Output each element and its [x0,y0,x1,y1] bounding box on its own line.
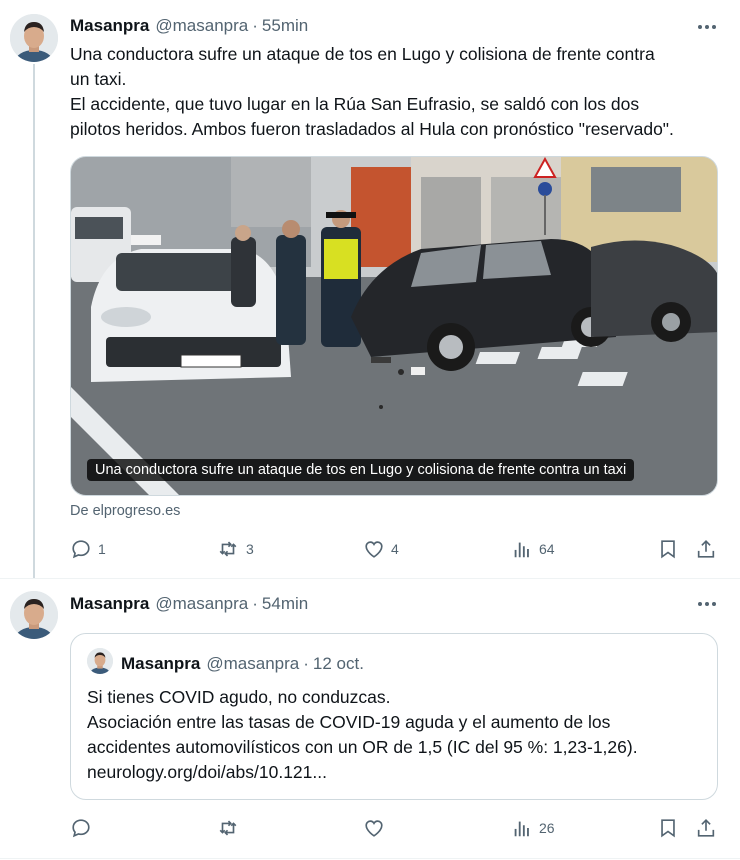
quote-link[interactable]: neurology.org/doi/abs/10.121... [87,760,638,785]
retweet-count: 3 [246,541,254,557]
crash-photo [71,157,717,495]
thread-line [33,64,35,578]
quote-text-line: Si tienes COVID agudo, no conduzcas. [87,687,391,707]
author-handle[interactable]: @masanpra [155,16,248,36]
separator: · [303,654,309,673]
tweet-header: Masanpra @masanpra · 54min [70,594,308,614]
share-button[interactable] [695,816,717,840]
reply-icon [72,819,90,838]
timestamp[interactable]: 55min [262,16,308,36]
views-button[interactable]: 26 [511,816,555,840]
tweet-divider [0,858,740,859]
quote-author-name[interactable]: Masanpra [121,654,200,674]
author-handle[interactable]: @masanpra [155,594,248,614]
author-name[interactable]: Masanpra [70,16,149,36]
action-bar: 26 [70,816,720,840]
share-icon [697,540,715,558]
bookmark-button[interactable] [657,816,679,840]
share-button[interactable] [695,537,717,561]
action-bar: 1 3 4 64 [70,537,720,561]
retweet-icon [219,820,237,836]
tweet-text-line: un taxi. [70,69,127,89]
quote-text-line: accidentes automovilísticos con un OR de… [87,737,638,757]
timestamp[interactable]: 54min [262,594,308,614]
views-icon [514,821,529,837]
view-count: 26 [539,820,555,836]
quote-text: Si tienes COVID agudo, no conduzcas. Aso… [87,685,638,785]
like-button[interactable] [363,816,391,840]
quote-author-handle[interactable]: @masanpra [206,654,299,674]
share-icon [697,819,715,837]
more-icon[interactable] [696,593,718,615]
reply-icon [72,540,90,559]
views-button[interactable]: 64 [511,537,555,561]
reply-button[interactable] [70,816,98,840]
bookmark-icon [661,819,675,838]
tweet-divider [0,578,740,579]
more-icon[interactable] [696,16,718,38]
like-icon [365,820,383,837]
retweet-icon [219,541,237,557]
views-icon [514,542,529,558]
source-link[interactable]: De elprogreso.es [70,503,180,519]
view-count: 64 [539,541,555,557]
media-image[interactable]: Una conductora sufre un ataque de tos en… [70,156,718,496]
quote-header: Masanpra @masanpra · 12 oct. [121,654,364,674]
retweet-button[interactable]: 3 [216,537,254,561]
separator: · [252,594,258,613]
like-button[interactable]: 4 [363,537,399,561]
author-name[interactable]: Masanpra [70,594,149,614]
avatar[interactable] [10,591,58,639]
quote-timestamp[interactable]: 12 oct. [313,654,364,674]
tweet-header: Masanpra @masanpra · 55min [70,16,308,36]
retweet-button[interactable] [216,816,246,840]
tweet-text: Una conductora sufre un ataque de tos en… [70,42,725,142]
avatar[interactable] [87,648,113,674]
reply-button[interactable]: 1 [70,537,106,561]
tweet-text-line: Una conductora sufre un ataque de tos en… [70,44,655,64]
media-caption: Una conductora sufre un ataque de tos en… [87,459,635,481]
like-icon [365,541,383,558]
quoted-tweet[interactable]: Masanpra @masanpra · 12 oct. Si tienes C… [70,633,718,800]
tweet-text-line: pilotos heridos. Ambos fueron trasladado… [70,119,674,139]
like-count: 4 [391,541,399,557]
reply-count: 1 [98,541,106,557]
tweet-text-line: El accidente, que tuvo lugar en la Rúa S… [70,94,640,114]
avatar[interactable] [10,14,58,62]
bookmark-button[interactable] [657,537,679,561]
quote-text-line: Asociación entre las tasas de COVID-19 a… [87,712,611,732]
separator: · [252,16,258,35]
bookmark-icon [661,540,675,559]
